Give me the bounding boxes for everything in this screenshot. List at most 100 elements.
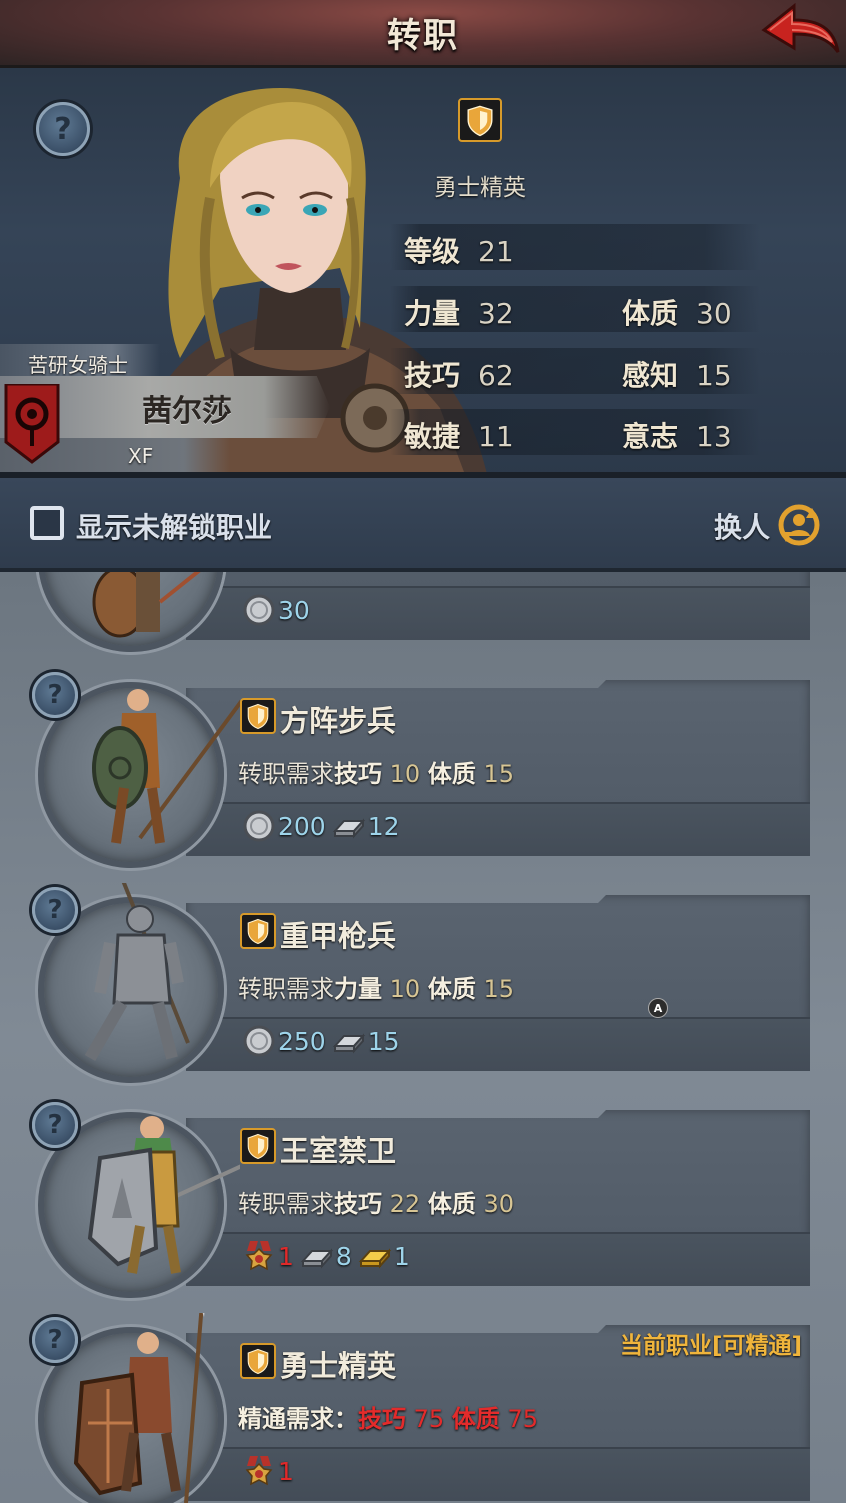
medal-icon <box>245 1456 273 1486</box>
req2-value: 15 <box>483 760 515 788</box>
title-bar: 转职 <box>0 0 846 68</box>
stat-label: 力量 <box>404 297 461 330</box>
cost-medal: 1 <box>278 1456 294 1486</box>
stat-label: 技巧 <box>404 359 461 392</box>
stat-row-skill: 技巧 62 感知 15 <box>390 348 760 394</box>
shield-class-icon <box>458 98 502 142</box>
shield-class-icon <box>240 1128 276 1164</box>
shield-class-icon <box>240 698 276 734</box>
faction-banner-icon <box>4 384 60 464</box>
req2-value: 75 <box>507 1405 539 1433</box>
iron-ingot-icon <box>300 1248 334 1269</box>
back-arrow-icon[interactable] <box>760 2 840 62</box>
help-icon[interactable]: ? <box>32 1102 78 1148</box>
cost-iron: 8 <box>335 1241 352 1271</box>
swap-person-icon[interactable] <box>776 502 822 548</box>
stat-value-skill: 62 <box>478 359 514 392</box>
req1-value: 10 <box>389 975 421 1003</box>
class-requirement: 转职需求力量 10 体质 15 <box>238 969 514 1004</box>
cost-iron: 15 <box>367 1026 400 1056</box>
req2-label: 体质 <box>451 1405 500 1433</box>
req1-label: 力量 <box>334 975 382 1003</box>
filter-bar: 显示未解锁职业 换人 <box>0 478 846 572</box>
show-locked-checkbox[interactable] <box>30 506 64 540</box>
hero-tag: XF <box>128 444 154 468</box>
current-class-status: 当前职业[可精通] <box>620 1333 803 1359</box>
req1-value: 10 <box>389 760 421 788</box>
help-icon[interactable]: ? <box>36 102 90 156</box>
stat-value-constitution: 30 <box>696 297 732 330</box>
req2-value: 15 <box>483 975 515 1003</box>
unit-portrait <box>92 689 240 844</box>
shield-class-icon <box>240 913 276 949</box>
class-requirement: 精通需求：技巧 75 体质 75 <box>238 1399 538 1434</box>
stat-label: 等级 <box>404 235 461 268</box>
stat-row-strength: 力量 32 体质 30 <box>390 286 760 332</box>
req-prefix: 精通需求： <box>238 1405 358 1433</box>
class-requirement: 转职需求技巧 22 体质 30 <box>238 1184 514 1219</box>
hero-title: 苦研女骑士 <box>0 344 160 378</box>
stat-value-perception: 15 <box>696 359 732 392</box>
req1-value: 75 <box>413 1405 445 1433</box>
cost-silver: 30 <box>278 595 310 625</box>
stat-label: 敏捷 <box>404 420 461 453</box>
stat-row-agility: 敏捷 11 意志 13 <box>390 409 760 455</box>
class-name: 王室禁卫 <box>280 1134 397 1168</box>
cost-medal: 1 <box>278 1241 294 1271</box>
page-title: 转职 <box>387 16 459 56</box>
overlay-badge: A <box>648 998 668 1018</box>
cost-iron: 12 <box>367 811 400 841</box>
req2-label: 体质 <box>427 1190 476 1218</box>
class-cost: 30 <box>242 590 316 630</box>
help-icon[interactable]: ? <box>32 1317 78 1363</box>
class-cost: 250 15 <box>242 1021 406 1061</box>
req-prefix: 转职需求 <box>238 975 334 1003</box>
req2-value: 30 <box>483 1190 515 1218</box>
help-icon[interactable]: ? <box>32 672 78 718</box>
silver-coin-icon <box>243 594 275 626</box>
stat-row-level: 等级 21 <box>390 224 760 270</box>
shield-class-icon <box>240 1343 276 1379</box>
cost-silver: 200 <box>278 811 326 841</box>
medal-icon <box>245 1241 273 1271</box>
class-name: 重甲枪兵 <box>280 919 397 953</box>
hero-class-name: 勇士精英 <box>434 175 526 201</box>
req2-label: 体质 <box>427 760 476 788</box>
swap-hero-label[interactable]: 换人 <box>714 506 770 546</box>
req1-label: 技巧 <box>334 1190 382 1218</box>
stat-value-strength: 32 <box>478 297 514 330</box>
gold-ingot-icon <box>358 1248 392 1269</box>
iron-ingot-icon <box>332 818 365 839</box>
class-card[interactable]: ? 方阵步兵 转职需求技巧 10 体质 15 200 12 <box>0 668 846 868</box>
req-prefix: 转职需求 <box>238 760 334 788</box>
class-requirement: 转职需求技巧 10 体质 15 <box>238 754 514 789</box>
stat-value-will: 13 <box>696 420 732 453</box>
class-name: 方阵步兵 <box>280 704 397 738</box>
req2-label: 体质 <box>427 975 476 1003</box>
silver-coin-icon <box>243 1025 275 1057</box>
unit-portrait <box>87 1116 240 1274</box>
silver-coin-icon <box>243 810 275 842</box>
class-card[interactable]: 30 <box>0 572 846 652</box>
hero-name: 茜尔莎 <box>142 394 232 429</box>
class-cost: 200 12 <box>242 806 406 846</box>
class-card[interactable]: ? 重甲枪兵 转职需求力量 10 体质 15 250 15 <box>0 883 846 1083</box>
iron-ingot-icon <box>332 1033 365 1054</box>
cost-silver: 250 <box>278 1026 326 1056</box>
show-locked-label[interactable]: 显示未解锁职业 <box>76 506 272 546</box>
class-name: 勇士精英 <box>280 1349 397 1383</box>
stat-value-level: 21 <box>478 235 514 268</box>
class-cost: 1 <box>242 1451 300 1491</box>
stat-label: 意志 <box>622 420 679 453</box>
req-prefix: 转职需求 <box>238 1190 334 1218</box>
unit-portrait <box>73 1313 205 1503</box>
hero-panel: ? 勇士精英 等级 21 力量 32 体质 30 技巧 62 感知 15 敏捷 … <box>0 68 846 478</box>
class-list[interactable]: 30 ? 方阵步兵 转职需求技巧 10 体质 15 200 12 ? 重甲枪兵 … <box>0 572 846 1503</box>
help-icon[interactable]: ? <box>32 887 78 933</box>
req1-value: 22 <box>389 1190 421 1218</box>
unit-portrait <box>92 572 201 638</box>
req1-label: 技巧 <box>358 1405 406 1433</box>
class-card[interactable]: ? 王室禁卫 转职需求技巧 22 体质 30 1 8 1 <box>0 1098 846 1298</box>
stat-value-agility: 11 <box>478 420 514 453</box>
cost-gold: 1 <box>393 1241 410 1271</box>
